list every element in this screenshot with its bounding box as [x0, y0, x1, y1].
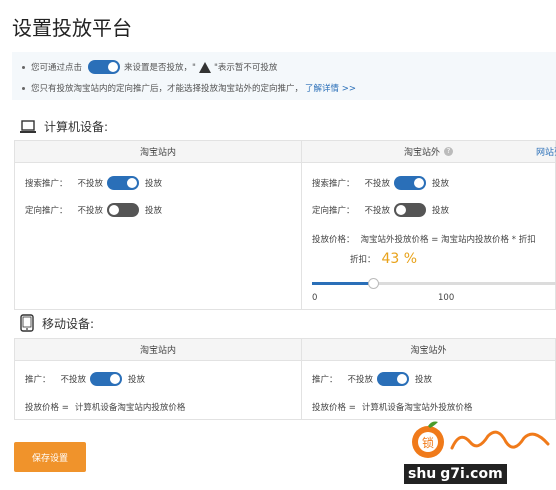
computer-icon: [20, 119, 36, 133]
price-formula: 淘宝站外投放价格 = 淘宝站内投放价格 * 折扣: [360, 235, 536, 245]
mobile-section-head: 移动设备:: [20, 314, 94, 332]
off-label: 不投放: [364, 179, 391, 189]
pc-inner-target-row: 定向推广： 不投放 投放: [25, 203, 162, 217]
pc-inner-search-toggle[interactable]: [107, 176, 140, 190]
price-value: 计算机设备淘宝站外投放价格: [361, 403, 473, 413]
mascot-text: 锁: [422, 435, 434, 450]
slider-fill: [312, 282, 373, 285]
learn-more-link[interactable]: 了解详情 >>: [305, 82, 356, 94]
mobile-inner-promo-row: 推广： 不投放 投放: [25, 372, 145, 386]
notice-line-2: 您只有投放淘宝站内的定向推广后，才能选择投放淘宝站外的定向推广， 了解详情 >>: [22, 82, 356, 94]
search-label: 搜索推广：: [312, 179, 355, 189]
on-label: 投放: [128, 375, 146, 385]
notice-line1-suffix: "表示暂不可投放: [213, 63, 278, 73]
pc-outer-search-row: 搜索推广： 不投放 投放: [312, 176, 449, 190]
save-button[interactable]: 保存设置: [14, 442, 86, 472]
mobile-inner-promo-toggle[interactable]: [90, 372, 123, 386]
price-value: 计算机设备淘宝站内投放价格: [74, 403, 186, 413]
mobile-inner-head: 淘宝站内: [15, 339, 301, 361]
pc-section-title: 计算机设备:: [44, 120, 109, 134]
target-label: 定向推广：: [25, 206, 68, 216]
pc-inner-target-toggle[interactable]: [107, 203, 140, 217]
site-list-link[interactable]: 网站列: [536, 145, 556, 158]
discount-label: 折扣：: [350, 255, 376, 265]
pc-outer-head: 淘宝站外 ? 网站列: [302, 141, 556, 163]
slider-handle[interactable]: [368, 278, 379, 289]
page-title: 设置投放平台: [12, 16, 132, 40]
on-label: 投放: [432, 179, 450, 189]
price-label: 投放价格 =: [312, 403, 356, 413]
mobile-phone-icon: [20, 314, 34, 332]
mobile-outer-promo-row: 推广： 不投放 投放: [312, 372, 432, 386]
on-label: 投放: [145, 179, 163, 189]
discount-row: 折扣： 43 %: [350, 251, 417, 267]
mobile-section-title: 移动设备:: [42, 316, 95, 331]
price-label: 投放价格 =: [25, 403, 69, 413]
mobile-outer-col: 淘宝站外 推广： 不投放 投放 投放价格 = 计算机设备淘宝站外投放价格: [302, 339, 555, 419]
mobile-inner-col: 淘宝站内 推广： 不投放 投放 投放价格 = 计算机设备淘宝站内投放价格: [15, 339, 301, 419]
watermark: 锁 shu g7i.com: [404, 420, 556, 490]
pc-inner-head: 淘宝站内: [15, 141, 301, 163]
notice-line-1: 您可通过点击 来设置是否投放，" "表示暂不可投放: [22, 60, 277, 74]
brand-suffix: g7i.com: [440, 464, 507, 484]
mobile-outer-head: 淘宝站外: [302, 339, 555, 361]
promo-label: 推广：: [312, 375, 338, 385]
on-label: 投放: [145, 206, 163, 216]
pc-section-head: 计算机设备:: [20, 118, 108, 135]
off-label: 不投放: [364, 206, 391, 216]
watermark-decoration: [448, 428, 552, 454]
pc-outer-target-row: 定向推广： 不投放 投放: [312, 203, 449, 217]
bullet: [22, 86, 25, 90]
notice-box: 您可通过点击 来设置是否投放，" "表示暂不可投放 您只有投放淘宝站内的定向推广…: [12, 52, 556, 100]
brand-prefix: shu: [404, 464, 441, 484]
slider-min-label: 0: [312, 293, 318, 303]
pc-outer-target-toggle[interactable]: [394, 203, 427, 217]
watermark-brand: shu g7i.com: [404, 462, 507, 486]
notice-line1-middle: 来设置是否投放，": [124, 63, 196, 73]
mobile-inner-price-row: 投放价格 = 计算机设备淘宝站内投放价格: [25, 401, 185, 413]
price-row: 投放价格： 淘宝站外投放价格 = 淘宝站内投放价格 * 折扣: [312, 233, 536, 245]
off-label: 不投放: [347, 375, 374, 385]
slider-max-label: 100: [438, 293, 455, 303]
on-label: 投放: [432, 206, 450, 216]
pc-outer-search-toggle[interactable]: [394, 176, 427, 190]
off-label: 不投放: [77, 179, 104, 189]
mobile-outer-promo-toggle[interactable]: [377, 372, 410, 386]
off-label: 不投放: [60, 375, 87, 385]
example-toggle: [88, 60, 121, 74]
fruit-mascot-icon: 锁: [412, 421, 444, 458]
search-label: 搜索推广：: [25, 179, 68, 189]
on-label: 投放: [415, 375, 433, 385]
bullet: [22, 65, 25, 69]
warning-icon: [198, 61, 211, 73]
discount-slider[interactable]: [312, 278, 556, 289]
price-label: 投放价格：: [312, 235, 355, 245]
notice-line2-text: 您只有投放淘宝站内的定向推广后，才能选择投放淘宝站外的定向推广，: [31, 84, 304, 94]
pc-inner-search-row: 搜索推广： 不投放 投放: [25, 176, 162, 190]
discount-value: 43 %: [381, 251, 418, 267]
help-icon[interactable]: ?: [444, 147, 453, 156]
target-label: 定向推广：: [312, 206, 355, 216]
mobile-panel: 淘宝站内 推广： 不投放 投放 投放价格 = 计算机设备淘宝站内投放价格 淘宝站…: [14, 338, 556, 420]
notice-line1-prefix: 您可通过点击: [31, 63, 83, 73]
mobile-outer-price-row: 投放价格 = 计算机设备淘宝站外投放价格: [312, 401, 472, 413]
promo-label: 推广：: [25, 375, 51, 385]
off-label: 不投放: [77, 206, 104, 216]
pc-inner-col: 淘宝站内 搜索推广： 不投放 投放 定向推广： 不投放 投放: [15, 141, 301, 309]
